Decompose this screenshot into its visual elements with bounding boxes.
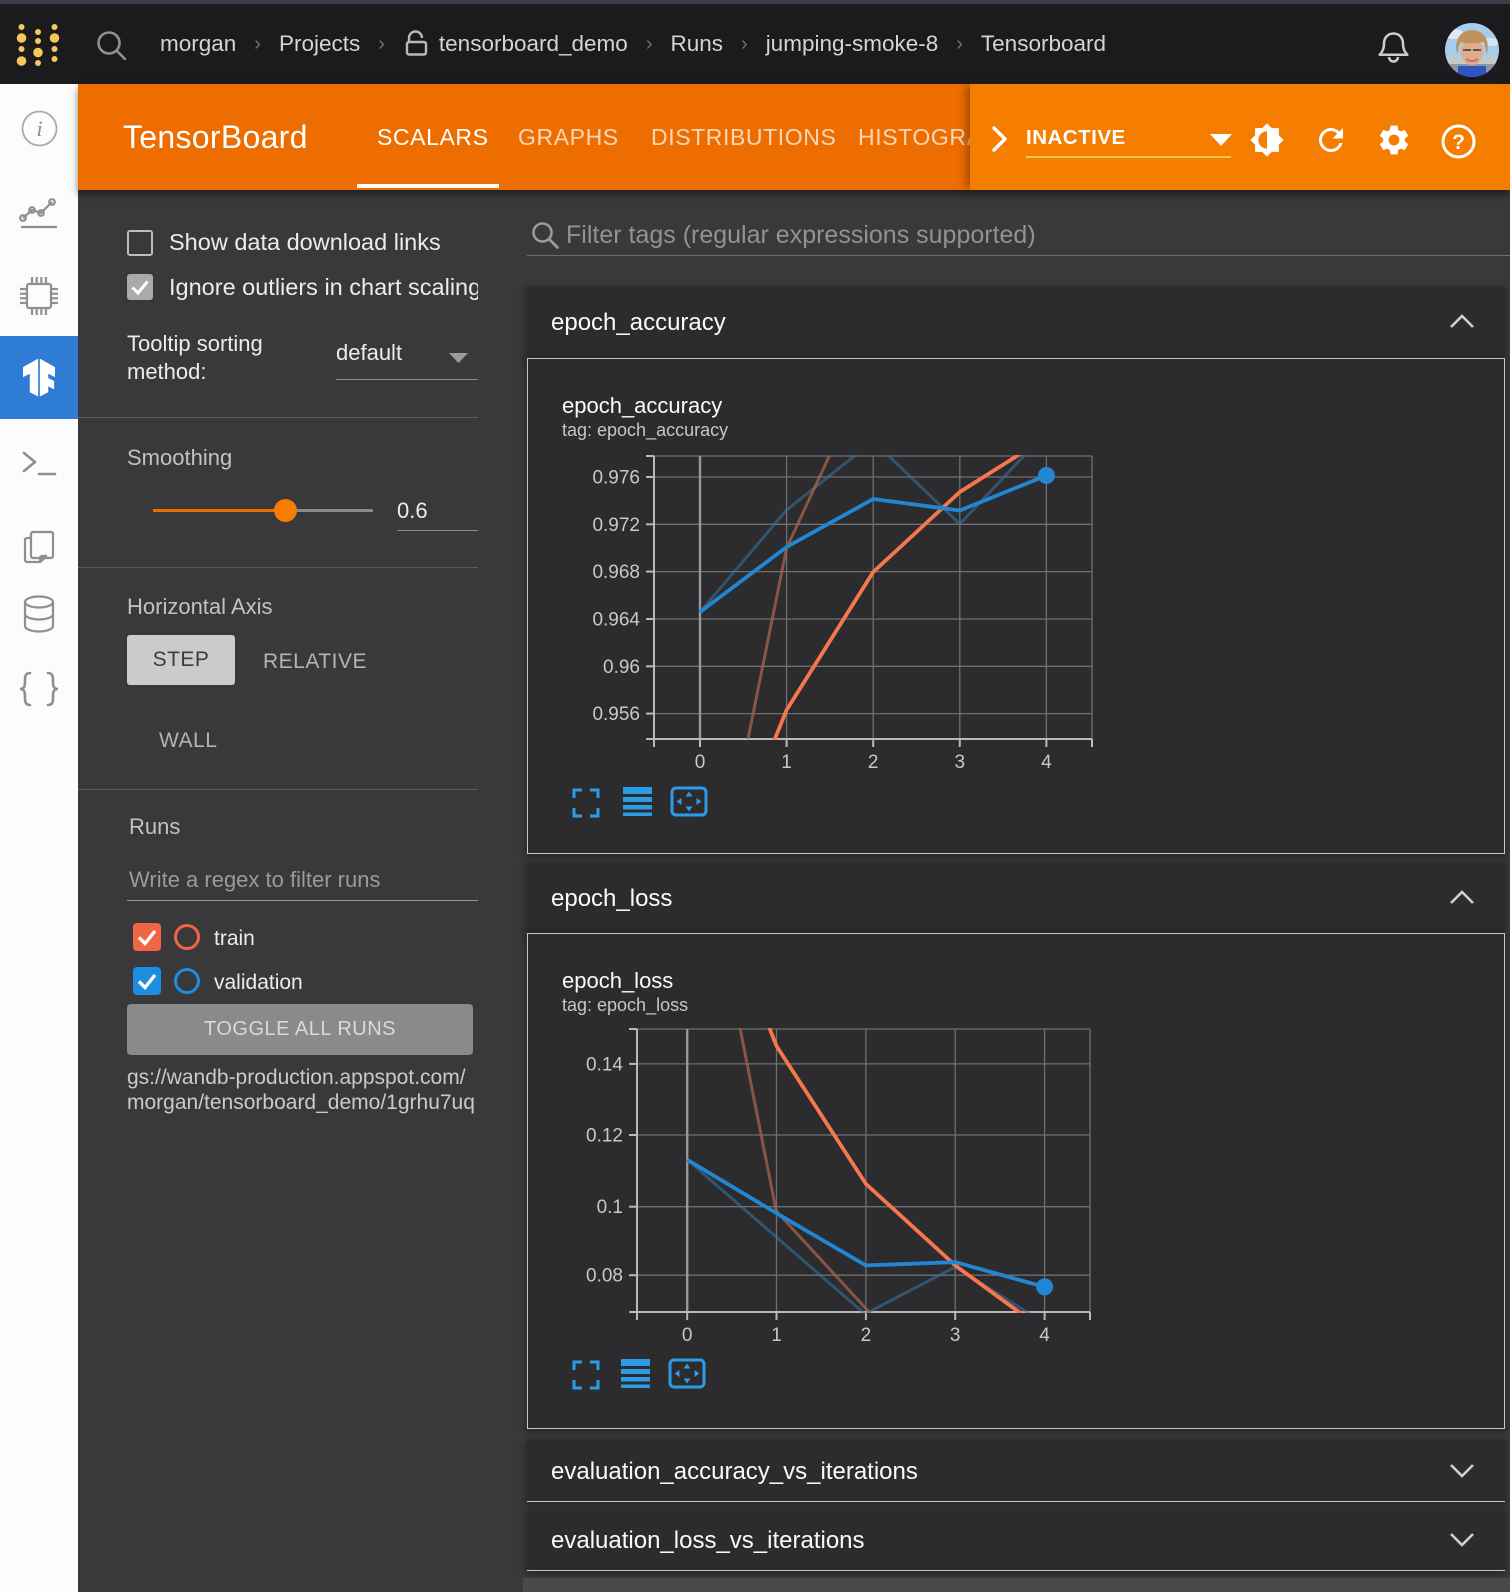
svg-text:epoch_accuracy: epoch_accuracy [562, 393, 722, 418]
svg-text:3: 3 [950, 1325, 961, 1346]
svg-text:0.96: 0.96 [603, 657, 640, 678]
svg-text:2: 2 [868, 752, 879, 773]
svg-text:1: 1 [781, 752, 792, 773]
svg-text:4: 4 [1039, 1325, 1050, 1346]
svg-text:4: 4 [1041, 752, 1052, 773]
svg-text:0.08: 0.08 [586, 1266, 623, 1287]
svg-text:i: i [36, 116, 42, 141]
svg-text:epoch_loss: epoch_loss [562, 968, 673, 993]
svg-text:0.972: 0.972 [592, 515, 640, 536]
svg-text:tag: epoch_accuracy: tag: epoch_accuracy [562, 420, 728, 441]
svg-text:?: ? [1452, 131, 1465, 154]
svg-text:2: 2 [861, 1325, 872, 1346]
svg-text:0.1: 0.1 [597, 1197, 623, 1218]
svg-text:1: 1 [771, 1325, 782, 1346]
svg-text:0.968: 0.968 [592, 562, 640, 583]
svg-text:tag: epoch_loss: tag: epoch_loss [562, 995, 688, 1016]
svg-text:0: 0 [695, 752, 706, 773]
svg-text:0.12: 0.12 [586, 1126, 623, 1147]
svg-text:0.14: 0.14 [586, 1054, 623, 1075]
svg-text:0.956: 0.956 [592, 704, 640, 725]
svg-text:0.976: 0.976 [592, 468, 640, 489]
svg-text:0: 0 [682, 1325, 693, 1346]
svg-text:3: 3 [955, 752, 966, 773]
svg-text:0.964: 0.964 [592, 610, 640, 631]
